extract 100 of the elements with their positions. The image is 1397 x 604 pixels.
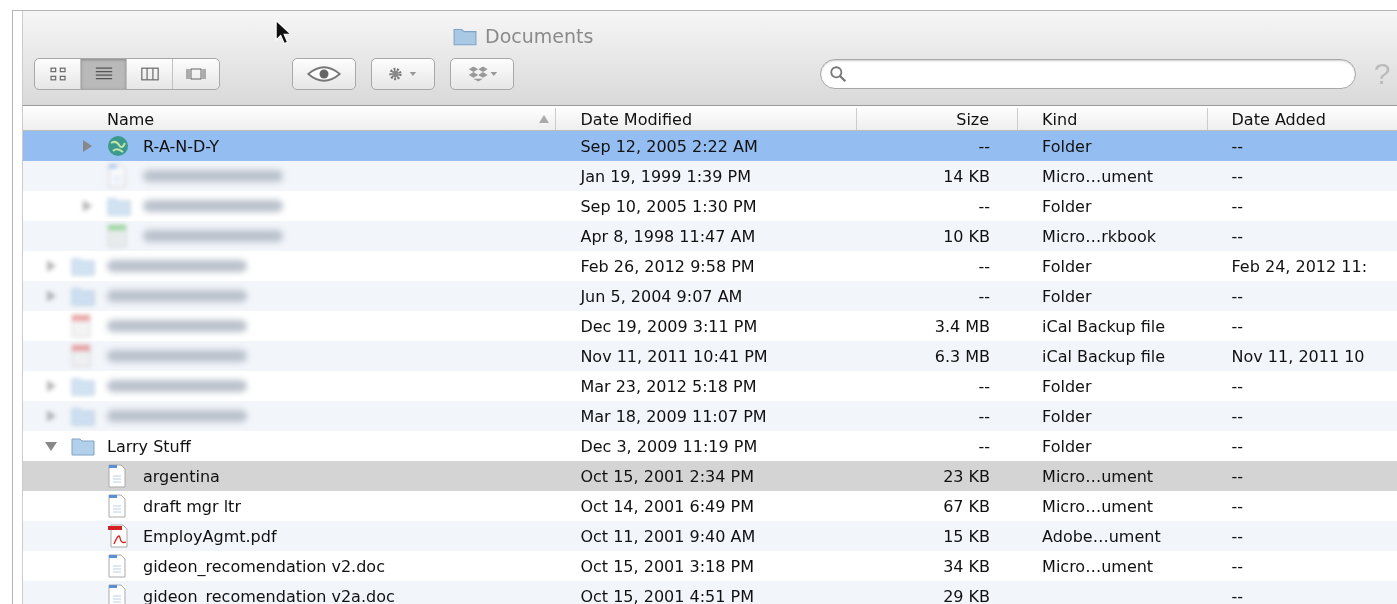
date-modified: Oct 15, 2001 3:18 PM: [580, 556, 754, 576]
disclosure-triangle-icon[interactable]: [45, 290, 57, 302]
document-icon: [107, 584, 127, 604]
date-added: Nov 11, 2011 10: [1231, 346, 1365, 366]
date-added: --: [1231, 226, 1244, 246]
dropbox-menu-button[interactable]: [450, 58, 514, 90]
date-modified: Sep 10, 2005 1:30 PM: [580, 196, 757, 216]
file-name: EmployAgmt.pdf: [143, 526, 277, 546]
pdf-icon: [107, 524, 131, 548]
date-modified: Oct 15, 2001 4:51 PM: [580, 586, 754, 604]
date-modified: Sep 12, 2005 2:22 AM: [580, 136, 758, 156]
file-name: Larry Stuff: [107, 436, 191, 456]
window-title: Documents: [485, 25, 594, 47]
file-size: --: [978, 256, 991, 276]
eye-icon: [307, 65, 341, 83]
search-field[interactable]: [820, 59, 1356, 89]
date-modified: Feb 26, 2012 9:58 PM: [580, 256, 755, 276]
file-size: --: [978, 196, 991, 216]
date-added: --: [1231, 316, 1244, 336]
date-modified: Apr 8, 1998 11:47 AM: [580, 226, 756, 246]
file-row[interactable]: argentina Oct 15, 2001 2:34 PM 23 KB Micro…ument --: [23, 461, 1397, 491]
file-size: 34 KB: [943, 556, 991, 576]
file-size: 3.4 MB: [934, 316, 991, 336]
file-size: 6.3 MB: [934, 346, 991, 366]
date-modified: Dec 3, 2009 11:19 PM: [580, 436, 758, 456]
date-modified: Dec 19, 2009 3:11 PM: [580, 316, 758, 336]
document-icon: [107, 554, 127, 578]
disclosure-triangle-icon[interactable]: [81, 140, 93, 152]
file-size: --: [978, 406, 991, 426]
file-row[interactable]: Jan 19, 1999 1:39 PM 14 KB Micro…ument --: [23, 161, 1397, 191]
file-size: 29 KB: [943, 586, 991, 604]
date-modified: Oct 14, 2001 6:49 PM: [580, 496, 754, 516]
file-kind: Folder: [1042, 376, 1092, 396]
column-header[interactable]: Size: [956, 109, 990, 129]
date-added: --: [1231, 466, 1244, 486]
file-name: argentina: [143, 466, 220, 486]
file-kind: iCal Backup file: [1042, 346, 1166, 366]
file-kind: Micro…ument: [1042, 496, 1154, 516]
file-kind: Folder: [1042, 136, 1092, 156]
file-kind: Folder: [1042, 406, 1092, 426]
cover-flow-icon: [186, 67, 206, 81]
disclosure-triangle-icon[interactable]: [45, 440, 57, 452]
file-size: --: [978, 136, 991, 156]
date-added: --: [1231, 406, 1244, 426]
disclosure-triangle-icon[interactable]: [45, 410, 57, 422]
file-kind: Micro…rkbook: [1042, 226, 1156, 246]
file-row[interactable]: R-A-N-D-Y Sep 12, 2005 2:22 AM -- Folder --: [23, 131, 1397, 161]
file-size: 10 KB: [943, 226, 991, 246]
file-row[interactable]: EmployAgmt.pdf Oct 11, 2001 9:40 AM 15 KB Adobe…ument --: [23, 521, 1397, 551]
date-added: --: [1231, 556, 1244, 576]
search-icon: [829, 65, 847, 83]
date-modified: Jun 5, 2004 9:07 AM: [580, 286, 743, 306]
document-icon: [107, 164, 127, 188]
file-row[interactable]: Apr 8, 1998 11:47 AM 10 KB Micro…rkbook --: [23, 221, 1397, 251]
folder-icon: [71, 256, 95, 276]
folder-icon: [107, 196, 131, 216]
calendar-icon: [71, 344, 91, 368]
file-kind: Micro…ument: [1042, 466, 1154, 486]
list-view-button[interactable]: [81, 59, 127, 89]
file-kind: Folder: [1042, 436, 1092, 456]
file-kind: Folder: [1042, 196, 1092, 216]
date-added: --: [1231, 436, 1244, 456]
date-added: --: [1231, 196, 1244, 216]
file-name: draft mgr ltr: [143, 496, 241, 516]
file-size: --: [978, 286, 991, 306]
disclosure-triangle-icon[interactable]: [81, 200, 93, 212]
grid-icon: [47, 67, 68, 81]
document-icon: [107, 494, 127, 518]
file-size: 23 KB: [943, 466, 991, 486]
cursor-icon: [275, 19, 291, 45]
folder-icon: [71, 376, 95, 396]
date-added: --: [1231, 376, 1244, 396]
date-modified: Oct 15, 2001 2:34 PM: [580, 466, 754, 486]
date-added: --: [1231, 496, 1244, 516]
column-header[interactable]: Kind: [1042, 109, 1078, 129]
date-added: --: [1231, 136, 1244, 156]
file-size: 67 KB: [943, 496, 991, 516]
file-row[interactable]: Mar 18, 2009 11:07 PM -- Folder --: [23, 401, 1397, 431]
file-name: gideon_recomendation v2.doc: [143, 556, 385, 576]
folder-icon: [71, 436, 95, 456]
disclosure-triangle-icon[interactable]: [45, 260, 57, 272]
folder-icon: [71, 286, 95, 306]
action-menu-button[interactable]: [371, 58, 435, 90]
file-kind: Folder: [1042, 286, 1092, 306]
column-header[interactable]: Date Modified: [580, 109, 693, 129]
file-row[interactable]: Jun 5, 2004 9:07 AM -- Folder --: [23, 281, 1397, 311]
file-kind: Micro…ument: [1042, 166, 1154, 186]
date-modified: Oct 11, 2001 9:40 AM: [580, 526, 756, 546]
file-row[interactable]: Nov 11, 2011 10:41 PM 6.3 MB iCal Backup file Nov 11, 2011 10: [23, 341, 1397, 371]
column-header[interactable]: Name: [107, 109, 155, 129]
folder-icon: [453, 26, 477, 46]
disclosure-triangle-icon[interactable]: [45, 380, 57, 392]
date-added: --: [1231, 286, 1244, 306]
quick-look-button[interactable]: [292, 58, 356, 90]
column-header[interactable]: Date Added: [1231, 109, 1326, 129]
file-kind: iCal Backup file: [1042, 316, 1166, 336]
date-modified: Mar 23, 2012 5:18 PM: [580, 376, 757, 396]
date-added: Feb 24, 2012 11:: [1231, 256, 1368, 276]
file-size: --: [978, 376, 991, 396]
file-kind: Micro…ument: [1042, 556, 1154, 576]
